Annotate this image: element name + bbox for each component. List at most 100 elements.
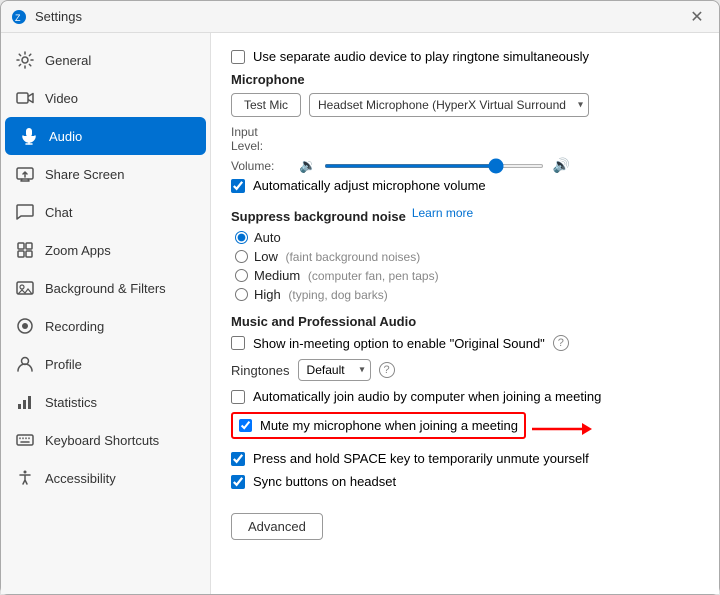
audio-settings-panel: Use separate audio device to play ringto… xyxy=(211,33,719,594)
ringtone-row: Ringtones Default ? xyxy=(231,359,699,381)
noise-label-medium: Medium (computer fan, pen taps) xyxy=(254,268,439,283)
auto-join-checkbox[interactable] xyxy=(231,390,245,404)
music-pro-title: Music and Professional Audio xyxy=(231,314,699,329)
original-sound-checkbox[interactable] xyxy=(231,336,245,350)
svg-text:Z: Z xyxy=(15,13,21,23)
press-hold-row: Press and hold SPACE key to temporarily … xyxy=(231,451,699,466)
sidebar-label-accessibility: Accessibility xyxy=(45,471,116,486)
original-sound-label: Show in-meeting option to enable "Origin… xyxy=(253,336,545,351)
background-icon xyxy=(15,278,35,298)
sidebar-label-statistics: Statistics xyxy=(45,395,97,410)
test-mic-button[interactable]: Test Mic xyxy=(231,93,301,117)
noise-radio-auto[interactable] xyxy=(235,231,248,244)
stats-icon xyxy=(15,392,35,412)
title-bar: Z Settings ✕ xyxy=(1,1,719,33)
sidebar-label-recording: Recording xyxy=(45,319,104,334)
sidebar-item-profile[interactable]: Profile xyxy=(1,345,210,383)
sidebar-item-accessibility[interactable]: Accessibility xyxy=(1,459,210,497)
ringtone-select-wrapper: Default xyxy=(298,359,371,381)
volume-high-icon: 🔊 xyxy=(552,157,569,174)
sidebar-label-zoom-apps: Zoom Apps xyxy=(45,243,111,258)
separate-audio-label: Use separate audio device to play ringto… xyxy=(253,49,589,64)
profile-icon xyxy=(15,354,35,374)
audio-icon xyxy=(19,126,39,146)
noise-option-medium: Medium (computer fan, pen taps) xyxy=(231,268,699,283)
sidebar-item-chat[interactable]: Chat xyxy=(1,193,210,231)
gear-icon xyxy=(15,50,35,70)
share-screen-icon xyxy=(15,164,35,184)
mute-mic-label: Mute my microphone when joining a meetin… xyxy=(260,418,518,433)
suppress-noise-section: Suppress background noise Learn more Aut… xyxy=(231,201,699,302)
sidebar-item-background-filters[interactable]: Background & Filters xyxy=(1,269,210,307)
noise-label-low: Low (faint background noises) xyxy=(254,249,420,264)
sync-buttons-row: Sync buttons on headset xyxy=(231,474,699,489)
close-button[interactable]: ✕ xyxy=(685,5,709,29)
original-sound-info-icon[interactable]: ? xyxy=(553,335,569,351)
mic-select-wrapper: Headset Microphone (HyperX Virtual Surro… xyxy=(309,93,589,117)
ringtones-label: Ringtones xyxy=(231,363,290,378)
noise-label-auto: Auto xyxy=(254,230,281,245)
auto-adjust-checkbox[interactable] xyxy=(231,179,245,193)
noise-option-high: High (typing, dog barks) xyxy=(231,287,699,302)
mute-mic-checkbox[interactable] xyxy=(239,419,252,432)
auto-adjust-row: Automatically adjust microphone volume xyxy=(231,178,699,193)
mic-device-select[interactable]: Headset Microphone (HyperX Virtual Surro… xyxy=(309,93,589,117)
mute-mic-row: Mute my microphone when joining a meetin… xyxy=(231,412,526,439)
separate-audio-checkbox[interactable] xyxy=(231,50,245,64)
sidebar-item-general[interactable]: General xyxy=(1,41,210,79)
noise-option-low: Low (faint background noises) xyxy=(231,249,699,264)
noise-label-high: High (typing, dog barks) xyxy=(254,287,388,302)
volume-low-icon: 🔉 xyxy=(299,157,316,174)
input-level-row: Input Level: xyxy=(231,125,699,153)
sidebar-label-keyboard-shortcuts: Keyboard Shortcuts xyxy=(45,433,159,448)
sidebar-item-statistics[interactable]: Statistics xyxy=(1,383,210,421)
ringtone-info-icon[interactable]: ? xyxy=(379,362,395,378)
keyboard-icon xyxy=(15,430,35,450)
advanced-button[interactable]: Advanced xyxy=(231,513,323,540)
chat-icon xyxy=(15,202,35,222)
noise-radio-low[interactable] xyxy=(235,250,248,263)
auto-join-label: Automatically join audio by computer whe… xyxy=(253,389,601,404)
volume-slider[interactable] xyxy=(324,164,544,168)
volume-row: Volume: 🔉 🔊 xyxy=(231,157,699,174)
sidebar-item-zoom-apps[interactable]: Zoom Apps xyxy=(1,231,210,269)
sidebar-item-keyboard-shortcuts[interactable]: Keyboard Shortcuts xyxy=(1,421,210,459)
record-icon xyxy=(15,316,35,336)
sidebar-item-share-screen[interactable]: Share Screen xyxy=(1,155,210,193)
sidebar-item-video[interactable]: Video xyxy=(1,79,210,117)
original-sound-row: Show in-meeting option to enable "Origin… xyxy=(231,335,699,351)
sync-buttons-checkbox[interactable] xyxy=(231,475,245,489)
noise-option-auto: Auto xyxy=(231,230,699,245)
volume-label: Volume: xyxy=(231,159,291,173)
noise-radio-high[interactable] xyxy=(235,288,248,301)
sidebar-item-recording[interactable]: Recording xyxy=(1,307,210,345)
mic-controls-row: Test Mic Headset Microphone (HyperX Virt… xyxy=(231,93,699,117)
mute-mic-arrow xyxy=(532,419,592,439)
separate-audio-row: Use separate audio device to play ringto… xyxy=(231,49,699,64)
press-hold-checkbox[interactable] xyxy=(231,452,245,466)
settings-window: Z Settings ✕ General Video xyxy=(0,0,720,595)
advanced-section: Advanced xyxy=(231,503,699,540)
suppress-noise-title: Suppress background noise xyxy=(231,209,406,224)
sidebar-label-video: Video xyxy=(45,91,78,106)
sidebar-label-audio: Audio xyxy=(49,129,82,144)
learn-more-link[interactable]: Learn more xyxy=(412,206,473,220)
sidebar-label-profile: Profile xyxy=(45,357,82,372)
sync-buttons-label: Sync buttons on headset xyxy=(253,474,396,489)
video-icon xyxy=(15,88,35,108)
ringtone-select[interactable]: Default xyxy=(298,359,371,381)
sidebar-label-share-screen: Share Screen xyxy=(45,167,125,182)
press-hold-label: Press and hold SPACE key to temporarily … xyxy=(253,451,589,466)
input-level-label: Input Level: xyxy=(231,125,291,153)
sidebar-label-chat: Chat xyxy=(45,205,72,220)
main-content: General Video Audio Share Screen xyxy=(1,33,719,594)
noise-radio-medium[interactable] xyxy=(235,269,248,282)
sidebar-label-general: General xyxy=(45,53,91,68)
app-icon: Z xyxy=(11,9,27,25)
sidebar-label-background-filters: Background & Filters xyxy=(45,281,166,296)
microphone-section-title: Microphone xyxy=(231,72,699,87)
window-title: Settings xyxy=(35,9,685,24)
sidebar-item-audio[interactable]: Audio xyxy=(5,117,206,155)
auto-join-row: Automatically join audio by computer whe… xyxy=(231,389,699,404)
accessibility-icon xyxy=(15,468,35,488)
